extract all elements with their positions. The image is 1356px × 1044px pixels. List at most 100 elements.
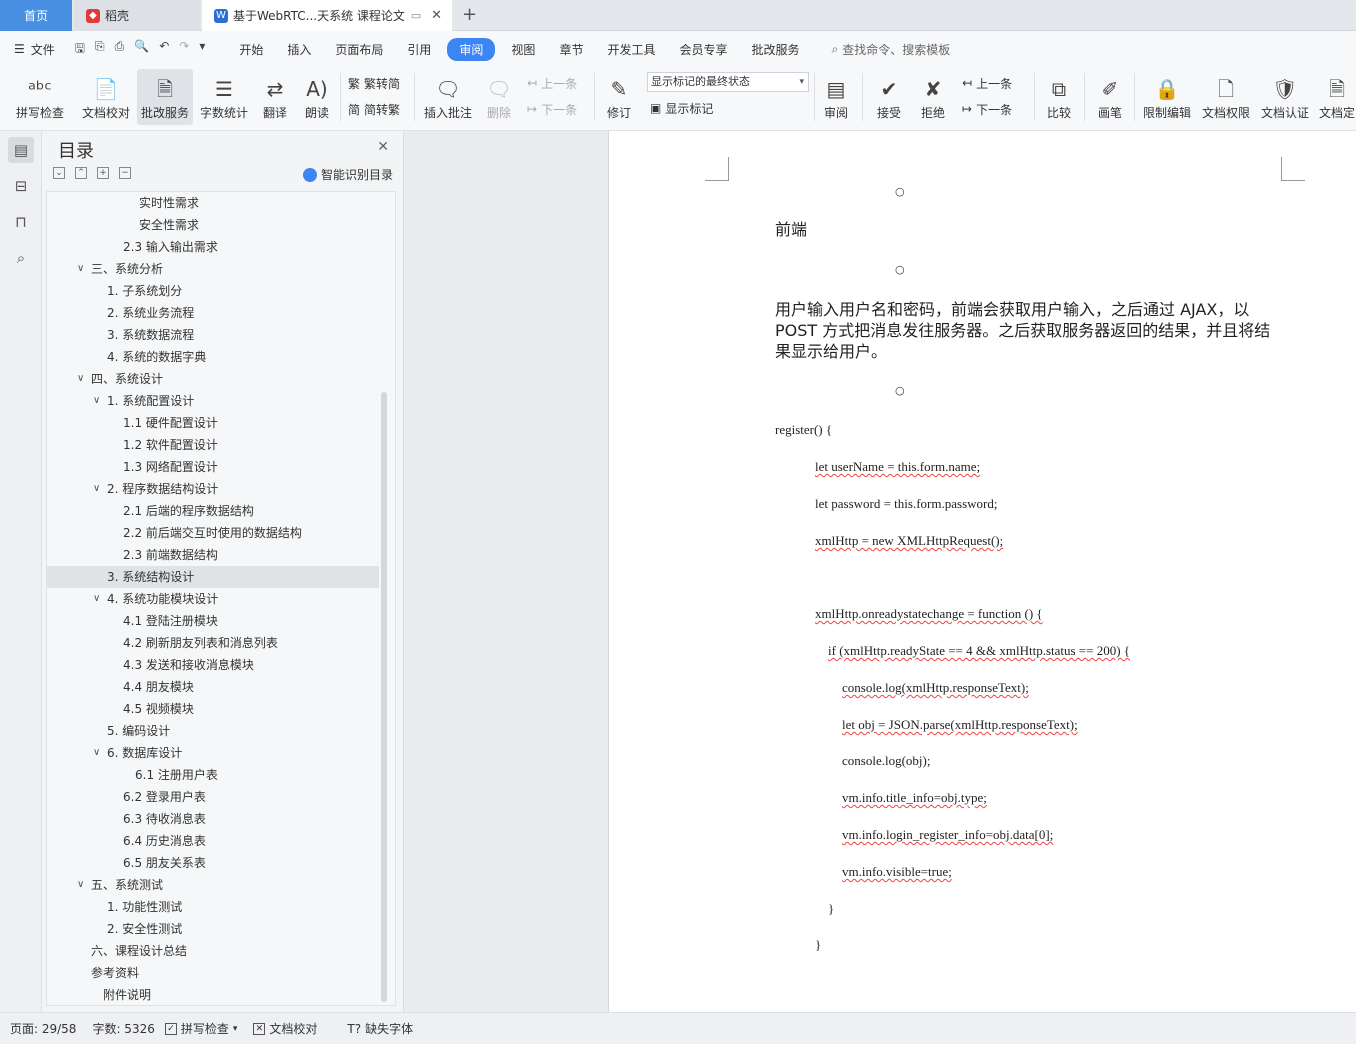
expand-all-icon[interactable]: ⌄: [53, 167, 65, 179]
chapter-icon[interactable]: ⊟: [8, 173, 34, 199]
translate-button[interactable]: ⇄ 翻译: [255, 69, 295, 125]
spell-check-button[interactable]: ᵃᵇᶜ 拼写检查: [10, 69, 70, 125]
reject-button[interactable]: ✘ 拒绝: [914, 69, 952, 125]
menu-member[interactable]: 会员专享: [667, 38, 739, 61]
proofread-button[interactable]: 📄 文档校对: [78, 69, 134, 125]
save-icon[interactable]: 🖫: [75, 39, 85, 60]
toc-item[interactable]: ∨ 1. 系统配置设计: [47, 390, 379, 412]
print-icon[interactable]: ⎙: [115, 39, 125, 60]
toc-item[interactable]: 4.2 刷新朋友列表和消息列表: [47, 632, 379, 654]
screen-icon[interactable]: ▭: [411, 9, 421, 22]
toc-item[interactable]: 1.1 硬件配置设计: [47, 412, 379, 434]
toc-item[interactable]: ∨ 2. 程序数据结构设计: [47, 478, 379, 500]
spell-check-status[interactable]: ✓ 拼写检查 ▾: [164, 1020, 237, 1037]
review-pane-button[interactable]: ▤ 审阅: [818, 69, 854, 125]
collapse-all-icon[interactable]: ⌃: [75, 167, 87, 179]
compare-button[interactable]: ⧉ 比较: [1040, 69, 1078, 125]
toc-item[interactable]: 6.1 注册用户表: [47, 764, 379, 786]
toc-icon[interactable]: ▤: [8, 137, 34, 163]
document-permission-button[interactable]: 🗋 文档权限: [1199, 69, 1253, 125]
toc-item[interactable]: ∨ 五、系统测试: [47, 874, 379, 896]
tab-home[interactable]: 首页: [0, 0, 72, 31]
search-icon[interactable]: ⌕: [8, 245, 34, 271]
chevron-down-icon[interactable]: ∨: [93, 390, 100, 412]
pen-button[interactable]: ✐ 画笔: [1092, 69, 1128, 125]
toc-item[interactable]: 1.2 软件配置设计: [47, 434, 379, 456]
prev-change-button[interactable]: ↤ 上一条: [962, 73, 1012, 93]
add-heading-icon[interactable]: +: [97, 167, 109, 179]
toc-item-selected[interactable]: 3. 系统结构设计: [47, 566, 379, 588]
toc-item[interactable]: 2.1 后端的程序数据结构: [47, 500, 379, 522]
toc-item[interactable]: 4.4 朋友模块: [47, 676, 379, 698]
toc-item[interactable]: ∨ 三、系统分析: [47, 258, 379, 280]
chevron-down-icon[interactable]: ∨: [77, 874, 84, 896]
tab-daoke[interactable]: ◆ 稻壳: [74, 0, 200, 31]
toc-item[interactable]: 六、课程设计总结: [47, 940, 379, 962]
toc-item[interactable]: ∨ 6. 数据库设计: [47, 742, 379, 764]
toc-item[interactable]: 6.3 待收消息表: [47, 808, 379, 830]
smart-toc-button[interactable]: 智能识别目录: [302, 166, 393, 183]
tab-document[interactable]: W 基于WebRTC...天系统 课程论文 ▭ ✕: [202, 0, 452, 31]
chevron-down-icon[interactable]: ∨: [77, 258, 84, 280]
toc-item[interactable]: 6.5 朋友关系表: [47, 852, 379, 874]
toc-item[interactable]: 1.3 网络配置设计: [47, 456, 379, 478]
insert-comment-button[interactable]: 🗨 插入批注: [420, 69, 476, 125]
page-indicator[interactable]: 页面: 29/58: [10, 1020, 76, 1037]
chevron-down-icon[interactable]: ∨: [93, 742, 100, 764]
export-icon[interactable]: ⎘: [95, 39, 105, 60]
menu-start[interactable]: 开始: [227, 38, 275, 61]
toc-item[interactable]: 参考资料: [47, 962, 379, 984]
chevron-down-icon[interactable]: ∨: [93, 478, 100, 500]
missing-font-status[interactable]: T? 缺失字体: [347, 1020, 413, 1037]
toc-item[interactable]: 安全性需求: [47, 214, 379, 236]
toc-item[interactable]: ∨ 四、系统设计: [47, 368, 379, 390]
command-search[interactable]: ⌕ 查找命令、搜索模板: [832, 41, 951, 58]
menu-layout[interactable]: 页面布局: [323, 38, 395, 61]
document-cert-button[interactable]: 🛡 文档认证: [1258, 69, 1312, 125]
trad-to-simp-button[interactable]: 繁繁转简: [348, 73, 400, 93]
menu-correction[interactable]: 批改服务: [739, 38, 811, 61]
toc-item[interactable]: 3. 系统数据流程: [47, 324, 379, 346]
toc-item[interactable]: 6.2 登录用户表: [47, 786, 379, 808]
correction-service-button[interactable]: 🗎 批改服务: [137, 69, 193, 125]
toc-item[interactable]: 4.5 视频模块: [47, 698, 379, 720]
menu-chapter[interactable]: 章节: [547, 38, 595, 61]
more-icon[interactable]: ▾: [199, 39, 205, 60]
proofread-status[interactable]: ✕ 文档校对: [253, 1020, 317, 1037]
toc-item[interactable]: 2.3 前端数据结构: [47, 544, 379, 566]
toc-item[interactable]: 实时性需求: [47, 192, 379, 214]
word-count-button[interactable]: ☰ 字数统计: [196, 69, 252, 125]
menu-review[interactable]: 审阅: [447, 37, 496, 61]
bookmark-icon[interactable]: ⊓: [8, 209, 34, 235]
toc-item[interactable]: 2. 系统业务流程: [47, 302, 379, 324]
redo-icon[interactable]: ↷: [179, 39, 189, 60]
document-final-button[interactable]: 🗎 文档定: [1318, 69, 1356, 125]
document-page[interactable]: ○ 前端 ○ 用户输入用户名和密码，前端会获取用户输入，之后通过 AJAX，以 …: [608, 131, 1356, 1012]
toc-item[interactable]: 4.3 发送和接收消息模块: [47, 654, 379, 676]
toc-scrollbar[interactable]: [381, 392, 387, 1002]
toc-item[interactable]: 附件说明: [47, 984, 379, 1005]
prev-comment-button[interactable]: ↤ 上一条: [527, 73, 577, 93]
toc-item[interactable]: 4.1 登陆注册模块: [47, 610, 379, 632]
chevron-down-icon[interactable]: ∨: [77, 368, 84, 390]
toc-item[interactable]: 2. 安全性测试: [47, 918, 379, 940]
chevron-down-icon[interactable]: ∨: [93, 588, 100, 610]
preview-icon[interactable]: 🔍: [134, 39, 149, 60]
delete-comment-button[interactable]: 🗨 删除: [480, 69, 518, 125]
toc-item[interactable]: 6.4 历史消息表: [47, 830, 379, 852]
toc-item[interactable]: 2.3 输入输出需求: [47, 236, 379, 258]
accept-button[interactable]: ✔ 接受: [870, 69, 908, 125]
show-markup-button[interactable]: ▣ 显示标记: [650, 98, 713, 118]
toc-item[interactable]: 1. 子系统划分: [47, 280, 379, 302]
toc-item[interactable]: 5. 编码设计: [47, 720, 379, 742]
menu-references[interactable]: 引用: [395, 38, 443, 61]
close-icon[interactable]: ✕: [377, 139, 389, 155]
word-count[interactable]: 字数: 5326: [92, 1020, 154, 1037]
file-menu[interactable]: ☰ 文件: [14, 41, 55, 58]
next-change-button[interactable]: ↦ 下一条: [962, 99, 1012, 119]
next-comment-button[interactable]: ↦ 下一条: [527, 99, 577, 119]
menu-view[interactable]: 视图: [499, 38, 547, 61]
close-icon[interactable]: ✕: [431, 8, 442, 23]
read-aloud-button[interactable]: A) 朗读: [300, 69, 334, 125]
new-tab-button[interactable]: +: [462, 4, 477, 25]
